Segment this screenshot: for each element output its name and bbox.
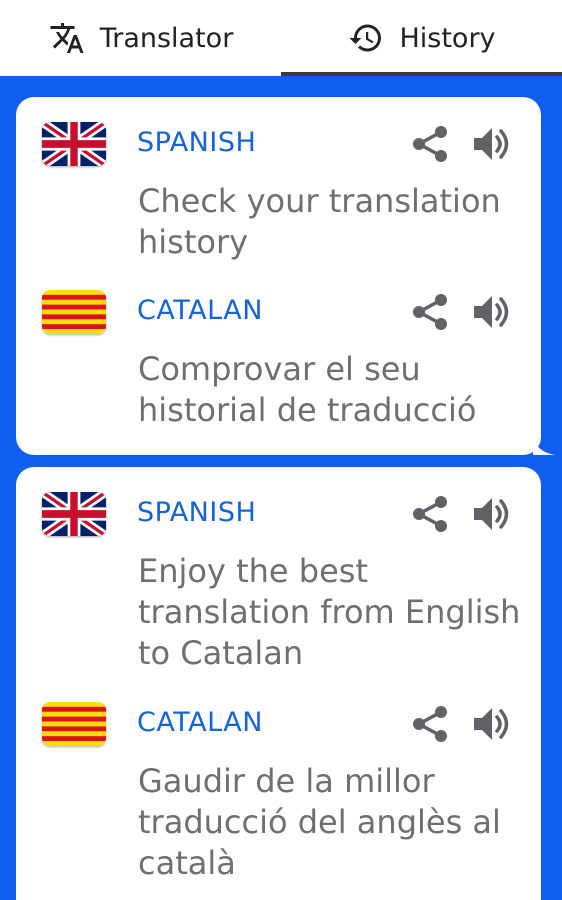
- share-icon[interactable]: [410, 124, 450, 164]
- source-text: Enjoy the best translation from English …: [138, 552, 521, 672]
- target-language-label: CATALAN: [137, 295, 263, 326]
- source-language-label: SPANISH: [137, 127, 257, 158]
- target-text: Comprovar el seu historial de traducció: [138, 350, 477, 429]
- tab-bar: Translator History: [0, 0, 562, 76]
- uk-flag-icon: [42, 492, 106, 536]
- uk-flag-icon: [42, 122, 106, 166]
- history-icon: [347, 19, 385, 57]
- speaker-icon[interactable]: [472, 124, 514, 164]
- speaker-icon[interactable]: [472, 494, 514, 534]
- target-text: Gaudir de la millor traducció del anglès…: [138, 762, 501, 882]
- source-language-label: SPANISH: [137, 497, 257, 528]
- speaker-icon[interactable]: [472, 292, 514, 332]
- target-language-label: CATALAN: [137, 707, 263, 738]
- history-card[interactable]: SPANISH Check your translation history C…: [16, 97, 555, 455]
- catalan-flag-icon: [42, 290, 106, 334]
- share-icon[interactable]: [410, 494, 450, 534]
- catalan-flag-icon: [42, 702, 106, 746]
- tab-translator-label: Translator: [99, 22, 234, 54]
- history-card[interactable]: SPANISH Enjoy the best translation from …: [16, 467, 541, 900]
- bubble-tail: [533, 437, 555, 455]
- translate-icon: [48, 19, 86, 57]
- share-icon[interactable]: [410, 704, 450, 744]
- share-icon[interactable]: [410, 292, 450, 332]
- tab-translator[interactable]: Translator: [0, 0, 281, 76]
- tab-history[interactable]: History: [281, 0, 562, 76]
- tab-history-label: History: [399, 22, 496, 54]
- speaker-icon[interactable]: [472, 704, 514, 744]
- source-text: Check your translation history: [138, 182, 501, 261]
